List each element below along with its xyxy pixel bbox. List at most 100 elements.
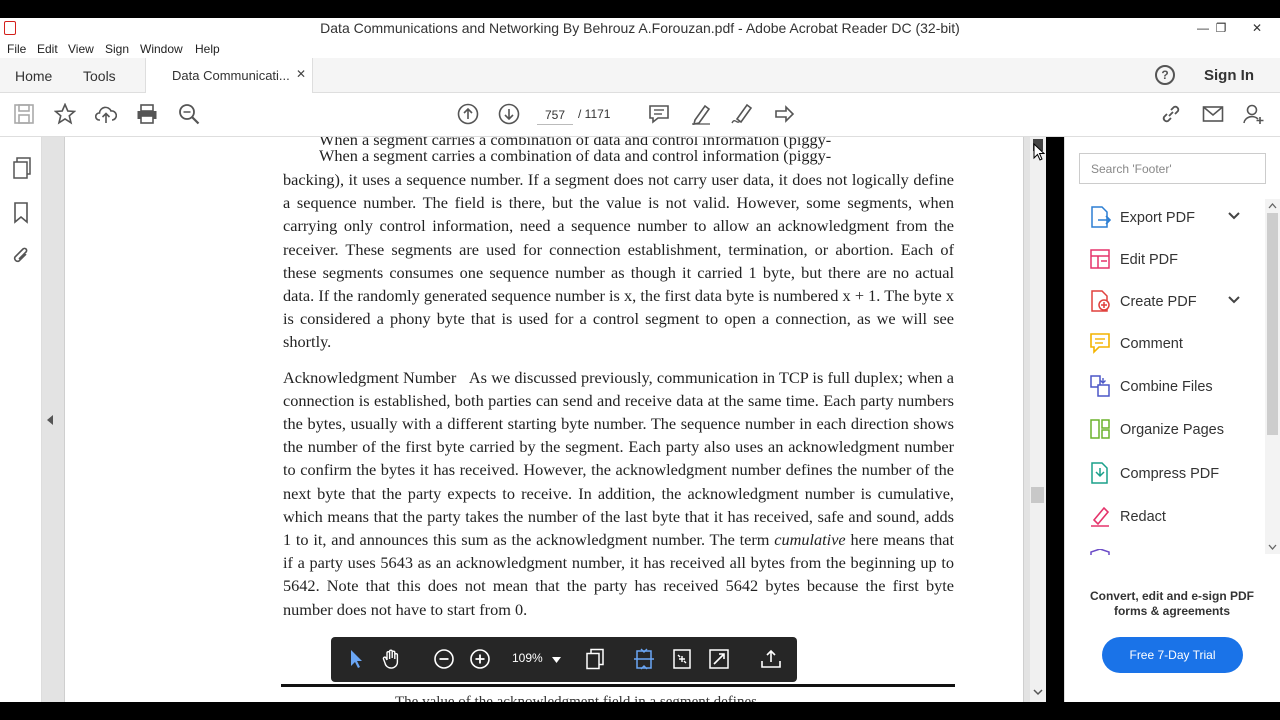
- sign-pen-icon[interactable]: [731, 103, 753, 125]
- section-rule: [281, 684, 955, 687]
- chevron-down-icon[interactable]: [1227, 211, 1241, 221]
- menu-file[interactable]: File: [7, 42, 26, 56]
- tab-bar: Home Tools Data Communicati... ✕ ? Sign …: [0, 58, 1280, 93]
- tools-scrollbar-thumb[interactable]: [1267, 213, 1278, 435]
- floating-page-toolbar: 109%: [331, 637, 797, 682]
- tool-label: Comment: [1120, 336, 1183, 352]
- collapse-left-panel-icon[interactable]: [46, 414, 54, 426]
- next-line-text: The value of the acknowledgment field in…: [395, 694, 757, 702]
- save-icon[interactable]: [13, 103, 35, 125]
- tool-compress-pdf[interactable]: Compress PDF: [1085, 460, 1255, 488]
- download-share-icon[interactable]: [760, 648, 782, 670]
- compress-pdf-icon: [1091, 462, 1108, 484]
- tools-scrollbar[interactable]: [1265, 199, 1280, 554]
- tab-document[interactable]: Data Communicati... ✕: [145, 58, 313, 93]
- search-tools-input[interactable]: Search 'Footer': [1079, 153, 1266, 184]
- tool-label: Edit PDF: [1120, 252, 1179, 268]
- promo-text: Convert, edit and e-sign PDF forms & agr…: [1089, 589, 1254, 618]
- para1-body: backing), it uses a sequence number. If …: [283, 170, 954, 352]
- rotate-fit-icon[interactable]: [671, 648, 693, 670]
- comment-icon: [1090, 333, 1110, 354]
- select-cursor-icon[interactable]: [345, 648, 367, 670]
- combine-files-icon: [1090, 375, 1110, 397]
- page-total: / 1171: [578, 107, 611, 121]
- page-thumbnails-icon[interactable]: [12, 157, 32, 179]
- main-toolbar: 757 / 1171: [0, 93, 1280, 137]
- highlight-pen-icon[interactable]: [690, 103, 712, 125]
- scrollbar-thumb[interactable]: [1031, 487, 1044, 503]
- comment-icon[interactable]: [648, 103, 670, 125]
- tool-comment[interactable]: Comment: [1085, 330, 1255, 358]
- create-pdf-icon: [1091, 290, 1110, 312]
- page-view-icon[interactable]: [584, 648, 606, 670]
- scroll-up-icon[interactable]: [1268, 203, 1277, 209]
- edit-pdf-icon: [1090, 249, 1110, 269]
- window-title-bar: Data Communications and Networking By Be…: [0, 18, 1280, 39]
- bookmark-star-icon[interactable]: [54, 103, 76, 125]
- print-icon[interactable]: [136, 103, 158, 125]
- document-viewer[interactable]: When a segment carries a combination of …: [42, 137, 1046, 702]
- menu-edit[interactable]: Edit: [37, 42, 58, 56]
- help-icon[interactable]: ?: [1155, 65, 1175, 85]
- tools-panel: Search 'Footer' Export PDF Edit PDF Crea…: [1064, 137, 1280, 702]
- fill-sign-icon[interactable]: [773, 103, 795, 125]
- tool-label: Compress PDF: [1120, 466, 1220, 482]
- free-trial-button[interactable]: Free 7-Day Trial: [1102, 637, 1243, 673]
- full-screen-icon[interactable]: [708, 648, 730, 670]
- tool-edit-pdf[interactable]: Edit PDF: [1085, 246, 1255, 274]
- page-number-input[interactable]: 757: [537, 105, 573, 125]
- bookmarks-icon[interactable]: [13, 202, 29, 224]
- zoom-dropdown-icon[interactable]: [552, 657, 561, 663]
- tool-label: Organize Pages: [1120, 422, 1224, 438]
- close-tab-icon[interactable]: ✕: [296, 67, 306, 81]
- tab-home[interactable]: Home: [15, 68, 52, 84]
- export-pdf-icon: [1091, 206, 1111, 228]
- zoom-level[interactable]: 109%: [512, 651, 543, 665]
- close-window-button[interactable]: ✕: [1242, 18, 1272, 39]
- menu-view[interactable]: View: [68, 42, 94, 56]
- menu-bar: File Edit View Sign Window Help: [0, 39, 1280, 58]
- scroll-down-icon[interactable]: [1033, 688, 1043, 696]
- sign-in-button[interactable]: Sign In: [1204, 67, 1254, 84]
- zoom-search-icon[interactable]: [178, 103, 200, 125]
- organize-pages-icon: [1090, 419, 1110, 439]
- chevron-down-icon[interactable]: [1227, 295, 1241, 305]
- previous-page-icon[interactable]: [457, 103, 479, 125]
- tool-create-pdf[interactable]: Create PDF: [1085, 288, 1255, 316]
- menu-sign[interactable]: Sign: [105, 42, 129, 56]
- para2-emphasis: cumulative: [774, 530, 846, 550]
- fit-page-icon[interactable]: [633, 648, 655, 670]
- tool-label: Create PDF: [1120, 294, 1197, 310]
- pdf-page: When a segment carries a combination of …: [64, 137, 1024, 702]
- next-page-icon[interactable]: [498, 103, 520, 125]
- add-user-icon[interactable]: [1243, 103, 1265, 125]
- zoom-out-icon[interactable]: [433, 648, 455, 670]
- tool-organize-pages[interactable]: Organize Pages: [1085, 416, 1255, 444]
- share-link-icon[interactable]: [1160, 103, 1182, 125]
- scroll-down-icon[interactable]: [1268, 544, 1277, 550]
- window-title: Data Communications and Networking By Be…: [320, 20, 960, 36]
- para2-body-a: As we discussed previously, communicatio…: [283, 367, 954, 550]
- para2-heading: Acknowledgment Number: [283, 367, 457, 387]
- menu-help[interactable]: Help: [195, 42, 220, 56]
- tab-tools[interactable]: Tools: [83, 68, 116, 84]
- tool-label: Export PDF: [1120, 210, 1195, 226]
- hand-tool-icon[interactable]: [381, 648, 403, 670]
- cloud-upload-icon[interactable]: [95, 103, 117, 125]
- tab-document-label: Data Communicati...: [172, 68, 290, 83]
- zoom-in-icon[interactable]: [469, 648, 491, 670]
- protect-shield-icon-partial[interactable]: [1089, 549, 1111, 555]
- page-text: When a segment carries a combination of …: [283, 137, 954, 621]
- restore-button[interactable]: ❐: [1206, 18, 1236, 39]
- tool-redact[interactable]: Redact: [1085, 503, 1255, 531]
- email-icon[interactable]: [1202, 103, 1224, 125]
- tool-label: Redact: [1120, 509, 1166, 525]
- menu-window[interactable]: Window: [140, 42, 183, 56]
- mouse-cursor-icon: [1033, 143, 1045, 161]
- tool-combine-files[interactable]: Combine Files: [1085, 373, 1255, 401]
- tool-export-pdf[interactable]: Export PDF: [1085, 204, 1255, 232]
- attachments-icon[interactable]: [11, 245, 31, 267]
- document-scrollbar[interactable]: [1030, 137, 1046, 702]
- para2: Acknowledgment Number As we discussed pr…: [283, 366, 954, 621]
- tool-label: Combine Files: [1120, 379, 1213, 395]
